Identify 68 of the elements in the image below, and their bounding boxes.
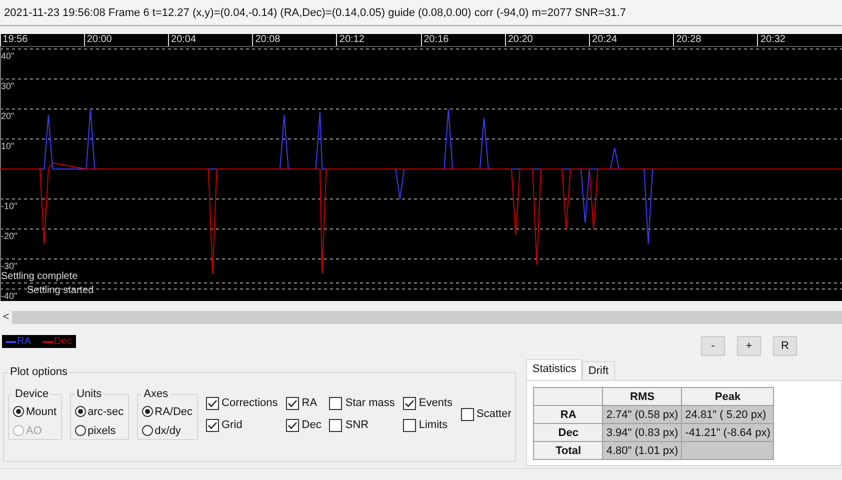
scroll-left-button[interactable]: < [0, 311, 12, 324]
tab[interactable]: Drift [582, 361, 615, 380]
group-title: Axes [142, 388, 170, 400]
checkbox-label[interactable]: SNR [345, 419, 369, 431]
checkbox[interactable] [286, 418, 299, 432]
time-label: 19:56 [0, 34, 26, 46]
panel-title: Plot options [9, 366, 68, 378]
row-header: Total [534, 442, 603, 460]
event-label: Settling complete [1, 271, 78, 283]
checkbox-label[interactable]: Events [418, 397, 453, 409]
axis-label: 20" [1, 111, 14, 121]
status-bar: 2021-11-23 19:56:08 Frame 6 t=12.27 (x,y)=(0.04,-0.14) (RA,Dec)=(0.14,0.05) guide (0.08,0.00) corr (-94,0) m=2077 SNR=31.7 [0, 0, 842, 26]
axis-label: -40" [1, 291, 18, 301]
time-label: 20:24 [589, 34, 616, 46]
time-label: 20:28 [673, 34, 700, 46]
time-label: 20:20 [504, 34, 531, 46]
time-label: 20:32 [757, 34, 784, 46]
checkbox[interactable] [206, 418, 219, 432]
table-cell: 4.80" (1.01 px) [602, 442, 682, 460]
header-cell [534, 388, 603, 406]
scrollbar-track[interactable] [12, 311, 842, 324]
checkbox-label[interactable]: Scatter [476, 408, 512, 420]
table-cell: 3.94" (0.83 px) [602, 424, 682, 442]
legend-label: RA [17, 336, 31, 348]
checkbox-label[interactable]: Limits [418, 419, 448, 431]
table-cell: 2.74" (0.58 px) [602, 406, 682, 424]
checkbox[interactable] [460, 408, 474, 420]
checkbox[interactable] [329, 418, 342, 432]
axis-label: 30" [1, 81, 14, 91]
checkbox-label[interactable]: Grid [222, 419, 242, 431]
table-cell: -41.21" (-8.64 px) [682, 424, 774, 442]
time-label: 20:00 [84, 34, 110, 46]
time-label: 20:12 [336, 34, 362, 46]
checkbox[interactable] [402, 396, 416, 410]
axis-label: -20" [1, 231, 18, 241]
tab[interactable]: Statistics [526, 359, 582, 380]
checkbox-label[interactable]: Star mass [345, 397, 395, 409]
checkbox[interactable] [402, 418, 416, 432]
radio-option[interactable]: arc-sec [74, 402, 124, 421]
event-label: Settling started [27, 285, 94, 297]
radio-option[interactable]: pixels [74, 421, 124, 440]
radio-option[interactable]: RA/Dec [142, 402, 193, 421]
group-title: Device [14, 388, 50, 400]
axis-label: -30" [1, 261, 18, 271]
row-header: Dec [534, 424, 603, 442]
axis-label: 10" [1, 141, 14, 151]
table-cell: 24.81" ( 5.20 px) [682, 406, 774, 424]
time-label: 20:08 [252, 34, 278, 46]
checkbox[interactable] [329, 396, 342, 410]
checkbox-label[interactable]: Dec [302, 419, 322, 431]
radio-option[interactable]: Mount [13, 402, 57, 421]
time-label: 20:16 [420, 34, 447, 46]
zoom-button[interactable]: - [701, 336, 725, 356]
checkbox[interactable] [286, 396, 299, 410]
zoom-button[interactable]: R [773, 336, 797, 356]
checkbox-label[interactable]: Corrections [222, 397, 278, 409]
checkbox[interactable] [206, 396, 219, 410]
row-header: RA [534, 406, 603, 424]
column-header: RMS [602, 388, 682, 406]
axis-label: -10" [1, 201, 18, 211]
column-header: Peak [682, 388, 774, 406]
checkbox-label[interactable]: RA [302, 397, 318, 409]
zoom-button[interactable]: + [737, 336, 761, 356]
legend-label: Dec [54, 336, 72, 348]
axis-label: 40" [1, 51, 14, 61]
radio-option[interactable]: dx/dy [142, 421, 193, 440]
time-label: 20:04 [168, 34, 194, 46]
group-title: Units [76, 388, 103, 400]
